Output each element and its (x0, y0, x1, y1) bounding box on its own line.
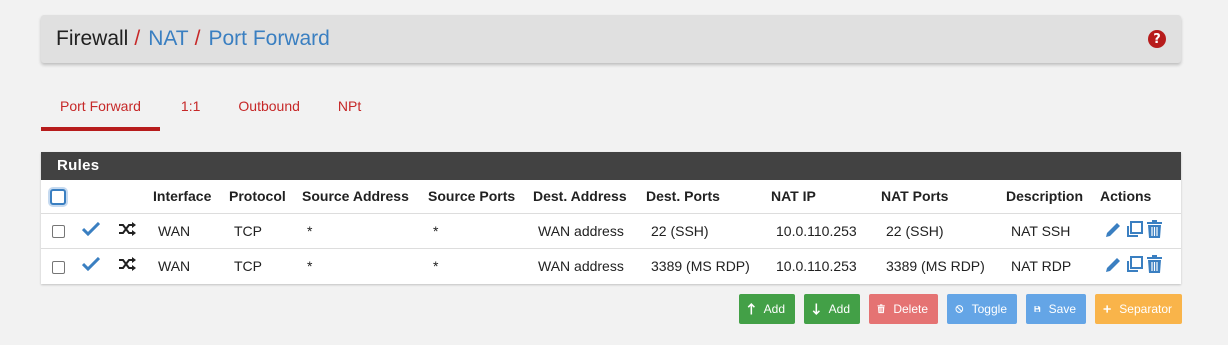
copy-icon[interactable] (1125, 220, 1144, 239)
breadcrumb-nat-link[interactable]: NAT (148, 27, 188, 51)
cell-source-address: * (302, 247, 428, 283)
add-rule-top-button[interactable]: Add (739, 294, 795, 324)
cell-nat-ip: 10.0.110.253 (771, 247, 881, 283)
arrow-up-icon (747, 302, 755, 315)
check-icon[interactable] (81, 221, 101, 237)
col-dest-address: Dest. Address (533, 188, 627, 205)
cell-nat-ip: 10.0.110.253 (771, 212, 881, 248)
cell-protocol: TCP (229, 212, 302, 248)
col-description: Description (1006, 188, 1084, 205)
breadcrumb-port-forward-link[interactable]: Port Forward (208, 27, 329, 51)
col-dest-ports: Dest. Ports (646, 188, 720, 205)
add-separator-button[interactable]: Separator (1095, 294, 1182, 324)
action-buttons: Add Add Delete Toggle Save Separator (739, 294, 1182, 324)
select-all-checkbox[interactable] (50, 188, 66, 205)
cell-source-address: * (302, 212, 428, 248)
delete-button[interactable]: Delete (869, 294, 938, 324)
breadcrumb-separator: / (134, 27, 141, 50)
plus-icon (1103, 305, 1111, 313)
cell-nat-ports: 3389 (MS RDP) (881, 247, 1006, 283)
tab-npt[interactable]: NPt (319, 87, 380, 131)
delete-label: Delete (893, 302, 928, 316)
page-header: Firewall / NAT / Port Forward ? (41, 15, 1181, 63)
rules-panel: Rules Interface Protocol Source Address … (41, 152, 1181, 284)
rules-panel-title: Rules (41, 152, 1181, 180)
cell-description: NAT RDP (1006, 247, 1100, 283)
cell-interface: WAN (153, 247, 229, 283)
save-icon (1034, 306, 1041, 312)
shuffle-icon (119, 257, 136, 272)
row-checkbox[interactable] (52, 260, 65, 274)
tab-outbound[interactable]: Outbound (219, 87, 319, 131)
col-protocol: Protocol (229, 188, 286, 205)
cell-interface: WAN (153, 212, 229, 248)
row-actions (1104, 219, 1163, 239)
cell-dest-ports: 22 (SSH) (646, 212, 771, 248)
trash-icon[interactable] (1146, 254, 1163, 274)
edit-pencil-icon[interactable] (1104, 220, 1123, 239)
cell-description: NAT SSH (1006, 212, 1100, 248)
col-source-address: Source Address (302, 188, 409, 205)
cell-nat-ports: 22 (SSH) (881, 212, 1006, 248)
shuffle-icon (119, 222, 136, 236)
add-rule-bottom-button[interactable]: Add (804, 294, 860, 324)
toggle-button[interactable]: Toggle (947, 294, 1017, 324)
cell-protocol: TCP (229, 247, 302, 283)
check-icon[interactable] (81, 257, 101, 272)
help-icon[interactable]: ? (1148, 30, 1166, 48)
row-actions (1104, 254, 1163, 274)
save-label: Save (1048, 302, 1076, 316)
ban-icon (955, 305, 964, 313)
cell-dest-address: WAN address (533, 212, 646, 248)
table-row: WAN TCP * * WAN address 3389 (MS RDP) 10… (41, 247, 1181, 283)
edit-pencil-icon[interactable] (1104, 255, 1123, 274)
rules-table: Interface Protocol Source Address Source… (41, 180, 1181, 283)
arrow-down-icon (812, 303, 820, 316)
nat-tabs: Port Forward 1:1 Outbound NPt (41, 87, 380, 131)
tab-port-forward[interactable]: Port Forward (41, 87, 160, 131)
col-source-ports: Source Ports (428, 188, 516, 205)
separator-label: Separator (1119, 302, 1172, 316)
cell-dest-address: WAN address (533, 247, 646, 283)
table-row: WAN TCP * * WAN address 22 (SSH) 10.0.11… (41, 212, 1181, 248)
col-nat-ports: NAT Ports (881, 188, 949, 205)
trash-icon (877, 304, 885, 314)
cell-source-ports: * (428, 247, 533, 283)
breadcrumb-separator: / (194, 27, 201, 50)
col-actions: Actions (1100, 188, 1152, 205)
breadcrumb-firewall: Firewall (56, 27, 129, 50)
tab-1-1[interactable]: 1:1 (160, 87, 219, 131)
cell-dest-ports: 3389 (MS RDP) (646, 247, 771, 283)
trash-icon[interactable] (1146, 219, 1163, 239)
cell-source-ports: * (428, 212, 533, 248)
col-interface: Interface (153, 188, 212, 205)
col-nat-ip: NAT IP (771, 188, 816, 205)
row-checkbox[interactable] (52, 225, 65, 239)
table-header-row: Interface Protocol Source Address Source… (41, 180, 1181, 213)
toggle-label: Toggle (971, 302, 1007, 316)
save-button[interactable]: Save (1026, 294, 1086, 324)
copy-icon[interactable] (1125, 255, 1144, 274)
add-bottom-label: Add (828, 302, 850, 316)
add-top-label: Add (763, 302, 785, 316)
